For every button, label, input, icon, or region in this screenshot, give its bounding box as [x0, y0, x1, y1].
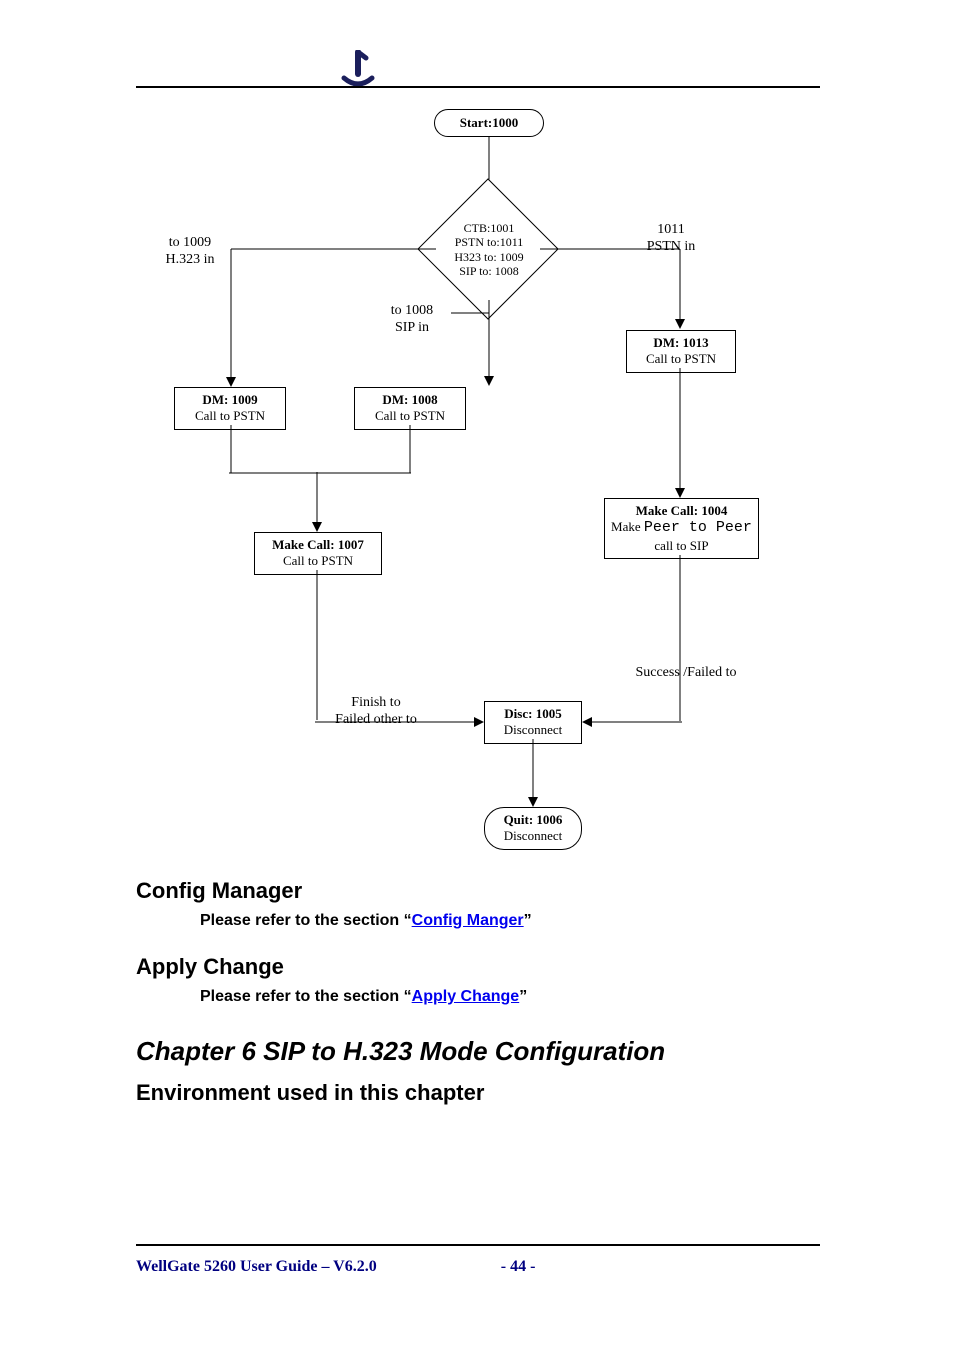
node-disc-1005: Disc: 1005 Disconnect [484, 701, 582, 744]
node-start: Start:1000 [434, 109, 544, 137]
node-make-1007: Make Call: 1007 Call to PSTN [254, 532, 382, 575]
link-config-manager[interactable]: Config Manger [412, 912, 524, 929]
label-success: Success /Failed to [606, 665, 766, 682]
node-dm-1013: DM: 1013 Call to PSTN [626, 330, 736, 373]
header-rule [136, 86, 820, 88]
heading-chapter-6: Chapter 6 SIP to H.323 Mode Configuratio… [136, 1036, 665, 1067]
logo-icon [338, 50, 378, 90]
node-dm-1009: DM: 1009 Call to PSTN [174, 387, 286, 430]
link-apply-change[interactable]: Apply Change [412, 988, 520, 1005]
flowchart: Start:1000 CTB:1001 PSTN to:1011 H323 to… [136, 105, 820, 905]
node-start-label: Start:1000 [460, 115, 519, 130]
node-make-1004: Make Call: 1004 Make Peer to Peer call t… [604, 498, 759, 559]
heading-environment: Environment used in this chapter [136, 1080, 484, 1106]
node-quit-1006: Quit: 1006 Disconnect [484, 807, 582, 850]
label-to-1009: to 1009 H.323 in [150, 235, 230, 269]
footer-page: - 44 - [501, 1258, 536, 1275]
text-config-manager: Please refer to the section “Config Mang… [200, 912, 532, 930]
footer-rule [136, 1244, 820, 1246]
footer-guide: WellGate 5260 User Guide – V6.2.0 [136, 1258, 377, 1275]
label-to-1008: to 1008 SIP in [372, 303, 452, 337]
node-dm-1008: DM: 1008 Call to PSTN [354, 387, 466, 430]
heading-apply-change: Apply Change [136, 954, 284, 980]
page-footer: WellGate 5260 User Guide – V6.2.0 - 44 - [136, 1258, 535, 1276]
heading-config-manager: Config Manager [136, 878, 302, 904]
text-apply-change: Please refer to the section “Apply Chang… [200, 988, 527, 1006]
